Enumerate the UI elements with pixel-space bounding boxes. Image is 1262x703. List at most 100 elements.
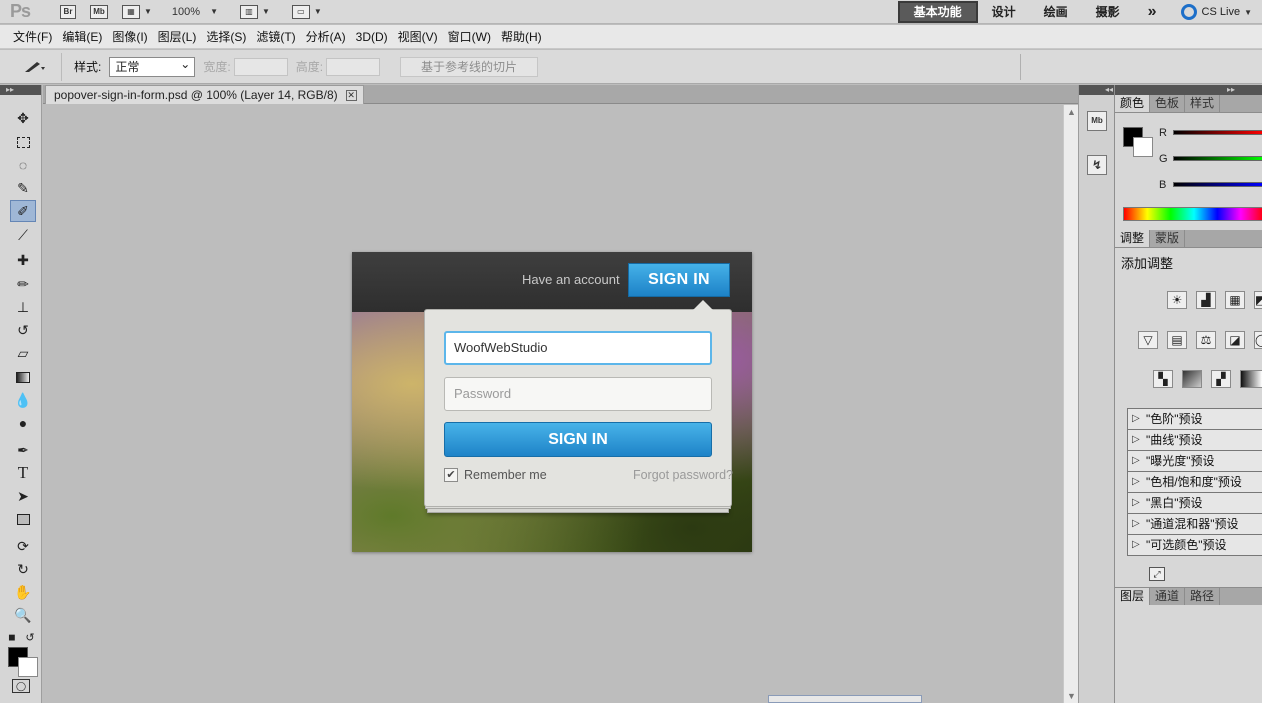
color-balance-icon[interactable]: ⚖ <box>1196 331 1216 349</box>
screen-mode-button[interactable]: ▭ ▼ <box>291 3 322 21</box>
scroll-up-icon[interactable]: ▲ <box>1067 107 1076 117</box>
menu-view[interactable]: 视图(V) <box>393 28 443 45</box>
tab-color[interactable]: 颜色 <box>1115 95 1151 112</box>
view-extras-button[interactable]: ▦ ▼ <box>122 3 152 21</box>
brush-tool-icon[interactable]: ✏ <box>10 273 36 295</box>
hue-saturation-icon[interactable]: ▤ <box>1167 331 1187 349</box>
exposure-icon[interactable]: ◩ <box>1254 291 1262 309</box>
vertical-scrollbar[interactable]: ▲ ▼ <box>1063 105 1078 703</box>
type-tool-icon[interactable]: T <box>10 462 36 484</box>
gradient-tool-icon[interactable] <box>10 366 36 388</box>
gradient-map-icon[interactable] <box>1240 370 1262 388</box>
menu-help[interactable]: 帮助(H) <box>496 28 547 45</box>
preset-levels[interactable]: "色阶"预设 <box>1127 409 1262 430</box>
posterize-icon[interactable]: ▞ <box>1211 370 1231 388</box>
menu-filter[interactable]: 滤镜(T) <box>251 28 300 45</box>
tab-swatches[interactable]: 色板 <box>1150 95 1186 112</box>
workspace-essentials[interactable]: 基本功能 <box>897 1 978 23</box>
marquee-tool-icon[interactable] <box>10 131 36 153</box>
curves-icon[interactable]: ▦ <box>1225 291 1245 309</box>
invert-icon[interactable] <box>1182 370 1202 388</box>
zoom-tool-icon[interactable]: 🔍 <box>10 604 36 626</box>
panel-collapse-icon[interactable]: ▸▸ <box>0 85 41 95</box>
more-workspaces-button[interactable]: » <box>1134 0 1171 24</box>
green-slider[interactable] <box>1173 156 1262 161</box>
preset-hue-saturation[interactable]: "色相/饱和度"预设 <box>1127 472 1262 493</box>
menu-select[interactable]: 选择(S) <box>201 28 251 45</box>
3d-rotate-tool-icon[interactable]: ⟳ <box>10 535 36 557</box>
dodge-tool-icon[interactable]: ● <box>10 412 36 434</box>
blur-tool-icon[interactable]: 💧 <box>10 389 36 411</box>
background-color-swatch[interactable] <box>1133 137 1153 157</box>
menu-3d[interactable]: 3D(D) <box>351 30 393 44</box>
background-color-swatch[interactable] <box>18 657 38 677</box>
menu-layer[interactable]: 图层(L) <box>153 28 202 45</box>
width-input[interactable] <box>233 57 288 76</box>
channel-mixer-icon[interactable]: ▚ <box>1153 370 1173 388</box>
arrange-documents-button[interactable]: ▥ ▼ <box>239 3 270 21</box>
black-white-icon[interactable]: ◪ <box>1225 331 1245 349</box>
menu-edit[interactable]: 编辑(E) <box>57 28 107 45</box>
tab-adjustments[interactable]: 调整 <box>1115 230 1151 247</box>
brightness-icon[interactable]: ☀ <box>1167 291 1187 309</box>
history-brush-tool-icon[interactable]: ↺ <box>10 319 36 341</box>
preset-channel-mixer[interactable]: "通道混和器"预设 <box>1127 514 1262 535</box>
menu-analysis[interactable]: 分析(A) <box>301 28 351 45</box>
eyedropper-tool-icon[interactable]: ⟋ <box>10 224 36 246</box>
quick-mask-icon[interactable]: ◯ <box>12 679 30 693</box>
3d-orbit-tool-icon[interactable]: ↻ <box>10 558 36 580</box>
document-artwork[interactable]: Have an account SIGN IN WoofWebStudio Pa… <box>352 252 752 552</box>
preset-selective-color[interactable]: "可选颜色"预设 <box>1127 535 1262 556</box>
tab-styles[interactable]: 样式 <box>1185 95 1221 112</box>
tab-channels[interactable]: 通道 <box>1150 588 1186 605</box>
hand-tool-icon[interactable]: ✋ <box>10 581 36 603</box>
height-input[interactable] <box>326 57 381 76</box>
preset-exposure[interactable]: "曝光度"预设 <box>1127 451 1262 472</box>
workspace-painting[interactable]: 绘画 <box>1030 0 1082 24</box>
pen-tool-icon[interactable]: ✒ <box>10 439 36 461</box>
levels-icon[interactable]: ▟ <box>1196 291 1216 309</box>
slices-from-guides-button[interactable]: 基于参考线的切片 <box>400 56 539 77</box>
tool-preset-picker[interactable] <box>6 52 62 81</box>
tab-paths[interactable]: 路径 <box>1185 588 1221 605</box>
stamp-tool-icon[interactable]: ⊥ <box>10 296 36 318</box>
color-spectrum-bar[interactable] <box>1123 207 1262 221</box>
menu-image[interactable]: 图像(I) <box>107 28 152 45</box>
workspace-photography[interactable]: 摄影 <box>1082 0 1134 24</box>
zoom-level-dropdown[interactable]: 100% ▼ <box>172 3 218 21</box>
history-icon[interactable]: ↯ <box>1087 155 1107 175</box>
tab-layers[interactable]: 图层 <box>1115 588 1151 605</box>
healing-brush-tool-icon[interactable]: ✚ <box>10 249 36 271</box>
preset-curves[interactable]: "曲线"预设 <box>1127 430 1262 451</box>
bridge-button[interactable]: Br <box>60 3 76 21</box>
rectangle-tool-icon[interactable] <box>10 508 36 530</box>
floating-panel-tab[interactable] <box>768 695 922 703</box>
close-icon[interactable]: ✕ <box>345 89 357 101</box>
panel-collapse-icon[interactable]: ▸▸ <box>1115 85 1262 95</box>
menu-file[interactable]: 文件(F) <box>8 28 57 45</box>
lasso-tool-icon[interactable]: ◌ <box>10 154 36 176</box>
red-slider[interactable] <box>1173 130 1262 135</box>
menu-window[interactable]: 窗口(W) <box>443 28 496 45</box>
mini-bridge-icon[interactable]: Mb <box>1087 111 1107 131</box>
panel-collapse-icon[interactable]: ◂◂ <box>1079 85 1114 95</box>
slice-tool-icon[interactable]: ✐ <box>10 200 36 222</box>
quick-selection-tool-icon[interactable]: ✎ <box>10 177 36 199</box>
scroll-down-icon[interactable]: ▼ <box>1067 691 1076 701</box>
workspace-design[interactable]: 设计 <box>978 0 1030 24</box>
photo-filter-icon[interactable]: ◯ <box>1254 331 1262 349</box>
default-colors-icon[interactable]: ◼ <box>4 626 20 648</box>
path-selection-tool-icon[interactable]: ➤ <box>10 485 36 507</box>
expand-view-icon[interactable]: ⤢ <box>1149 567 1165 581</box>
document-tab[interactable]: popover-sign-in-form.psd @ 100% (Layer 1… <box>45 85 364 104</box>
move-tool-icon[interactable]: ✥ <box>10 107 36 129</box>
blue-slider[interactable] <box>1173 182 1262 187</box>
tab-masks[interactable]: 蒙版 <box>1150 230 1186 247</box>
mini-bridge-button[interactable]: Mb <box>90 3 108 21</box>
cs-live-button[interactable]: CS Live ▼ <box>1171 4 1262 20</box>
style-select[interactable]: 正常 <box>109 55 196 77</box>
swap-colors-icon[interactable]: ↺ <box>22 626 38 648</box>
preset-black-white[interactable]: "黑白"预设 <box>1127 493 1262 514</box>
vibrance-icon[interactable]: ▽ <box>1138 331 1158 349</box>
eraser-tool-icon[interactable]: ▱ <box>10 342 36 364</box>
